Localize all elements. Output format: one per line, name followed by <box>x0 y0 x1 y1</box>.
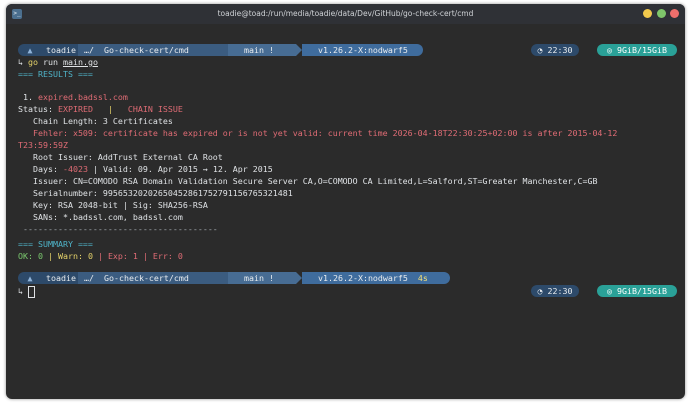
minimize-button[interactable] <box>643 9 653 18</box>
result-divider: --------------------------------------- <box>18 224 218 234</box>
command-line: ↳ go run main.go <box>18 56 98 68</box>
error-line-2: T23:59:59Z <box>18 140 68 150</box>
days-value: -4023 <box>62 164 88 174</box>
command-args: run <box>38 57 63 67</box>
exp-label: | Exp: <box>92 251 133 261</box>
summary-line: OK: 0 | Warn: 0 | Exp: 1 | Err: 0 <box>18 250 183 262</box>
error-line-1: Fehler: x509: certificate has expired or… <box>18 128 618 138</box>
terminal-icon: >_ <box>12 9 22 19</box>
return-arrow-icon: ↳ <box>18 286 23 296</box>
arch-icon: ▲ <box>18 44 42 56</box>
chain-length: Chain Length: 3 Certificates <box>18 116 173 126</box>
prompt-go-version-group: v1.26.2-X:nodwarf5 4s <box>302 272 450 284</box>
maximize-button[interactable] <box>656 9 666 18</box>
prompt-memory: ◎ 9GiB/15GiB <box>597 285 677 297</box>
close-button[interactable] <box>670 9 679 18</box>
command-name: go <box>28 57 38 67</box>
prompt-directory: …/ Go-check-cert/cmd <box>78 44 228 56</box>
status-value: EXPIRED <box>57 104 93 114</box>
summary-header: === SUMMARY === <box>18 239 93 249</box>
days-label: Days: <box>18 164 63 174</box>
days-line: Days: -4023 | Valid: 09. Apr 2015 → 12. … <box>18 163 273 175</box>
terminal-window: >_ toadie@toad:/run/media/toadie/data/De… <box>6 4 685 399</box>
command-file: main.go <box>62 57 98 67</box>
result-host-line: 1. expired.badssl.com <box>18 91 128 103</box>
err-count: 0 <box>177 251 183 261</box>
root-issuer: Root Issuer: AddTrust External CA Root <box>18 152 223 162</box>
prompt-time: ◔ 22:30 <box>531 44 579 56</box>
prompt-time: ◔ 22:30 <box>531 285 579 297</box>
prompt-git-branch: main ! <box>228 44 296 56</box>
result-status-line: Status: EXPIRED | CHAIN ISSUE <box>18 103 183 115</box>
serial-line: Serialnumber: 99565320202650452861752791… <box>18 188 293 198</box>
err-label: | Err: <box>137 251 178 261</box>
prompt-git-branch: main ! <box>228 272 296 284</box>
status-separator: | <box>92 104 118 114</box>
prompt-go-version: v1.26.2-X:nodwarf5 <box>308 273 408 283</box>
prompt-line-1: ▲ toadie …/ Go-check-cert/cmd main ! v1.… <box>18 44 423 56</box>
warn-label: | Warn: <box>42 251 88 261</box>
result-host: expired.badssl.com <box>37 92 128 102</box>
window-controls <box>641 9 679 19</box>
ok-label: OK: <box>18 251 38 261</box>
terminal-cursor[interactable] <box>28 285 35 298</box>
validity-range: | Valid: 09. Apr 2015 → 12. Apr 2015 <box>87 164 273 174</box>
command-duration: 4s <box>417 273 428 283</box>
prompt-directory: …/ Go-check-cert/cmd <box>78 272 228 284</box>
prompt-user: toadie <box>42 272 78 284</box>
input-line[interactable]: ↳ <box>18 285 35 298</box>
prompt-line-2: ▲ toadie …/ Go-check-cert/cmd main ! v1.… <box>18 272 450 284</box>
prompt-go-version: v1.26.2-X:nodwarf5 <box>302 44 423 56</box>
result-index: 1. <box>18 92 38 102</box>
arch-icon: ▲ <box>18 272 42 284</box>
results-header: === RESULTS === <box>18 69 93 79</box>
chain-issue: CHAIN ISSUE <box>117 104 183 114</box>
title-bar[interactable]: >_ toadie@toad:/run/media/toadie/data/De… <box>6 4 685 24</box>
sans-line: SANs: *.badssl.com, badssl.com <box>18 212 183 222</box>
prompt-user: toadie <box>42 44 78 56</box>
prompt-memory: ◎ 9GiB/15GiB <box>597 44 677 56</box>
key-line: Key: RSA 2048-bit | Sig: SHA256-RSA <box>18 200 208 210</box>
return-arrow-icon: ↳ <box>18 57 23 67</box>
window-title: toadie@toad:/run/media/toadie/data/Dev/G… <box>217 9 474 18</box>
status-label: Status: <box>18 104 58 114</box>
issuer-line: Issuer: CN=COMODO RSA Domain Validation … <box>18 176 598 186</box>
